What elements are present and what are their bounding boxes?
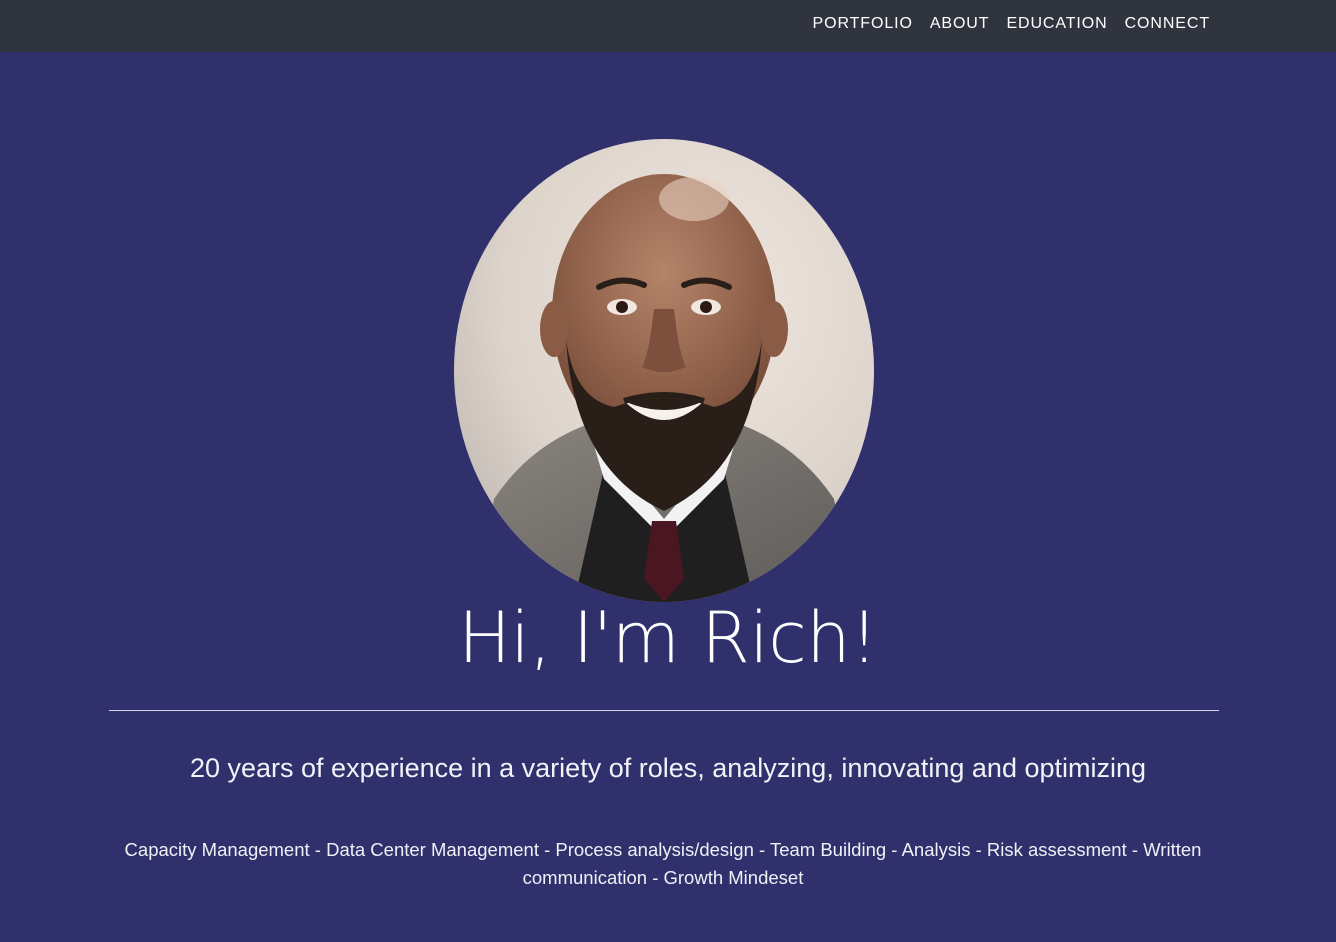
- hero-section: Hi, I'm Rich! 20 years of experience in …: [0, 52, 1336, 942]
- nav-link-connect[interactable]: CONNECT: [1125, 14, 1210, 34]
- skills-list: Capacity Management - Data Center Manage…: [124, 839, 1202, 888]
- hero-headline: Hi, I'm Rich!: [458, 597, 878, 679]
- hero-tagline: 20 years of experience in a variety of r…: [189, 753, 1147, 783]
- nav-link-about[interactable]: ABOUT: [930, 14, 990, 34]
- nav-link-portfolio[interactable]: PORTFOLIO: [813, 14, 913, 34]
- nav-link-education[interactable]: EDUCATION: [1006, 14, 1107, 34]
- top-navbar: PORTFOLIO ABOUT EDUCATION CONNECT: [0, 0, 1336, 52]
- profile-photo: [454, 139, 874, 602]
- profile-photo-illustration: [454, 139, 874, 602]
- nav-menu: PORTFOLIO ABOUT EDUCATION CONNECT: [813, 14, 1210, 34]
- section-divider: [109, 710, 1219, 711]
